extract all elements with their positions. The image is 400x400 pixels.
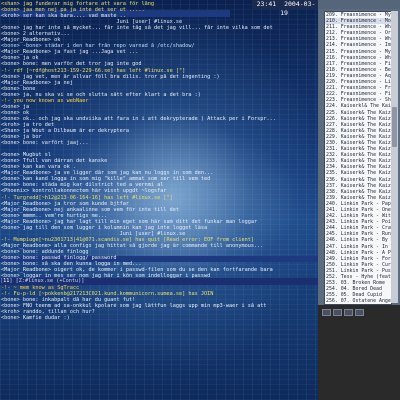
playlist-remove-button[interactable] xyxy=(333,309,342,316)
playlist-item-label: 235. Kaiserk& The Kaizers xyxy=(326,170,391,177)
playlist-item-label: 253. 03. Broken Rome xyxy=(326,280,385,287)
playlist-item-label: 222. Freaxnimence - Finnland xyxy=(326,91,391,98)
playlist-item-label: 220. Freaxnimence - Lies xyxy=(326,79,391,86)
playlist-item-label: 215. Freaxnimence - My Ne xyxy=(326,48,391,55)
playlist-item-label: 244. Linkin Park - Crawling xyxy=(326,225,391,232)
playlist-item-label: 242. Linkin Park - With You xyxy=(326,213,391,220)
status-channel: ] [Z:#linux.se (+Contu)] xyxy=(9,278,85,284)
playlist-scrollbar[interactable] xyxy=(391,11,398,303)
chat-line-text: <bone> bone: varfört jaaj... xyxy=(1,140,89,147)
playlist-item-label: 246. Linkin Park - By Myse xyxy=(326,237,391,244)
playlist-item-label: 240. Linkin Park - Papercut xyxy=(326,200,391,207)
playlist-item-label: 211. Freaxnimence - Whisper xyxy=(326,24,391,31)
playlist-misc-button[interactable] xyxy=(355,309,364,316)
playlist-item-label: 256. 07. Ostatene Angels de xyxy=(326,298,391,305)
playlist-item-label: 214. Freaxnimence - Imagine xyxy=(326,42,391,49)
playlist-item-label: 219. Freaxnimence - Aquall xyxy=(326,72,391,79)
playlist-bottom-panel xyxy=(318,305,400,400)
desktop-wallpaper: <shan> jag funderar mig fortare att vara… xyxy=(0,0,318,400)
playlist-item-label: 210. Freaxnimence - Mossa xyxy=(326,18,391,25)
clock-time: 23:41 xyxy=(256,0,277,8)
playlist-item-label: 228. Kaiserk& The Kaizers xyxy=(326,127,391,134)
playlist-item-label: 225. Kaiserk& The Kaizers xyxy=(326,109,391,116)
playlist-item-label: 255. 05. Dead Cupid xyxy=(326,292,382,299)
playlist-item-label: 213. Freaxnimence - Whisper xyxy=(326,36,391,43)
playlist-item-label: 250. Linkin Park - Cure For xyxy=(326,261,391,268)
playlist-select-button[interactable] xyxy=(344,309,353,316)
playlist-item-label: 233. Kaiserk& The Kaizers xyxy=(326,158,391,165)
playlist-window: 209. Freaxnimence - My Lov210. Freaxnime… xyxy=(318,0,400,400)
playlist-item-label: 232. Kaiserk& The Kaizers xyxy=(326,152,391,159)
playlist-item-label: 252. Tess - Hyhe (feat. ... xyxy=(326,274,391,281)
playlist-item-label: 230. Kaiserk& The Kaizers xyxy=(326,139,391,146)
chat-line: <bone> Kamfie dudar :) xyxy=(1,315,317,321)
playlist-item-label: 241. Linkin Park - One Step xyxy=(326,207,391,213)
clock: 23:41 2004-03-19 xyxy=(252,0,318,17)
playlist-list[interactable]: 209. Freaxnimence - My Lov210. Freaxnime… xyxy=(324,11,392,305)
playlist-item-label: 226. Kaiserk& The Kaizers xyxy=(326,115,391,122)
playlist-item-label: 234. Kaiserk& The Kaizers xyxy=(326,164,391,171)
playlist-item-label: 231. Kaiserk& The Kaizers xyxy=(326,146,391,153)
playlist-item-label: 238. Kaiserk& The Kaizers xyxy=(326,188,391,195)
playlist-item-label: 247. Linkin Park - In The En xyxy=(326,243,391,250)
playlist-item-label: 209. Freaxnimence - My Lov xyxy=(326,12,391,18)
playlist-item-label: 248. Linkin Park - A Place F xyxy=(326,249,391,256)
playlist-item-label: 216. Freaxnimence - Where xyxy=(326,54,391,61)
playlist-item-label: 245. Linkin Park - Runaway xyxy=(326,231,391,238)
playlist-scroll-thumb[interactable] xyxy=(392,107,397,147)
playlist-item-label: 239. Kaiserk& The Kaizers xyxy=(326,194,391,201)
chat-line-text: <bone> Kamfie dudar :) xyxy=(1,315,70,322)
playlist-item-label: 251. Linkin Park - Pushing xyxy=(326,267,391,274)
playlist-item-label: 223. Freaxnimence - Shine xyxy=(326,97,391,104)
playlist-item-label: 218. Freaxnimence - Beyond xyxy=(326,66,391,73)
playlist-item-label: 224. Kaiserkl& The Kaizers xyxy=(326,103,391,110)
playlist-item-label: 249. Linkin Park - Forgotten xyxy=(326,255,391,262)
playlist-item-label: 237. Kaiserk& The Kaizers xyxy=(326,182,391,189)
playlist-titlebar[interactable] xyxy=(318,0,400,9)
playlist-item-label: 212. Freaxnimence - Origia xyxy=(326,30,391,37)
playlist-add-button[interactable] xyxy=(322,309,331,316)
playlist-item-label: 243. Linkin Park - Points Of xyxy=(326,219,391,226)
playlist-item-label: 254. 04. Bored Dead xyxy=(326,286,382,293)
playlist-item-label: 236. Kaiserk& The Kaizers xyxy=(326,176,391,183)
playlist-item-label: 217. Freaxnimence - Field of xyxy=(326,60,391,67)
irc-chat-log: <shan> jag funderar mig fortare att vara… xyxy=(1,1,317,321)
playlist-item-label: 221. Freaxnimence - Fromt 1 xyxy=(326,85,391,92)
irc-status-bar: [11] [Z:#linux.se (+Contu)] xyxy=(0,278,318,285)
playlist-item-label: 229. Kaiserk& The Kaizers xyxy=(326,133,391,140)
playlist-item-label: 227. Kaiserk& The Kaizers xyxy=(326,121,391,128)
